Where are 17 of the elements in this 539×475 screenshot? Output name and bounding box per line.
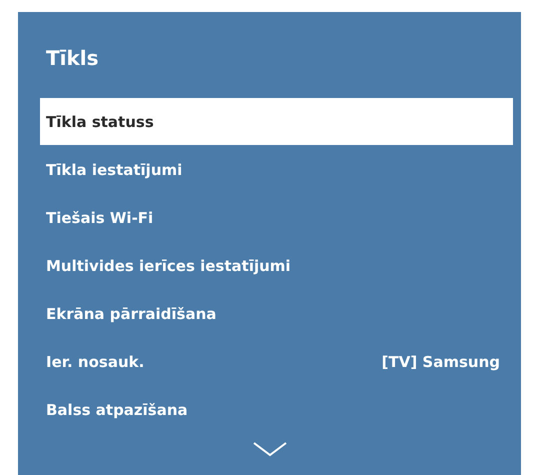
- item-label: Tīkla iestatījumi: [46, 160, 182, 178]
- item-label: Ekrāna pārraidīšana: [46, 304, 216, 322]
- item-label: Balss atpazīšana: [46, 400, 188, 418]
- menu-item[interactable]: Balss atpazīšana: [40, 386, 513, 433]
- item-value: [TV] Samsung: [382, 352, 500, 370]
- item-label: Tīkla statuss: [46, 112, 154, 130]
- menu-title: Tīkls: [45, 45, 100, 72]
- item-label: Ier. nosauk.: [46, 352, 144, 370]
- menu-item[interactable]: Tiešais Wi-Fi: [40, 194, 513, 241]
- menu-item[interactable]: Ekrāna pārraidīšana: [40, 290, 513, 337]
- item-label: Multivides ierīces iestatījumi: [46, 256, 291, 274]
- menu-item[interactable]: Tīkla iestatījumi: [40, 146, 513, 193]
- item-label: Tiešais Wi-Fi: [46, 208, 154, 226]
- chevron-down-icon[interactable]: [252, 441, 288, 457]
- menu-item[interactable]: Multivides ierīces iestatījumi: [40, 242, 513, 289]
- menu-item[interactable]: Tīkla statuss: [40, 98, 513, 145]
- menu-item[interactable]: Ier. nosauk. [TV] Samsung: [40, 338, 513, 385]
